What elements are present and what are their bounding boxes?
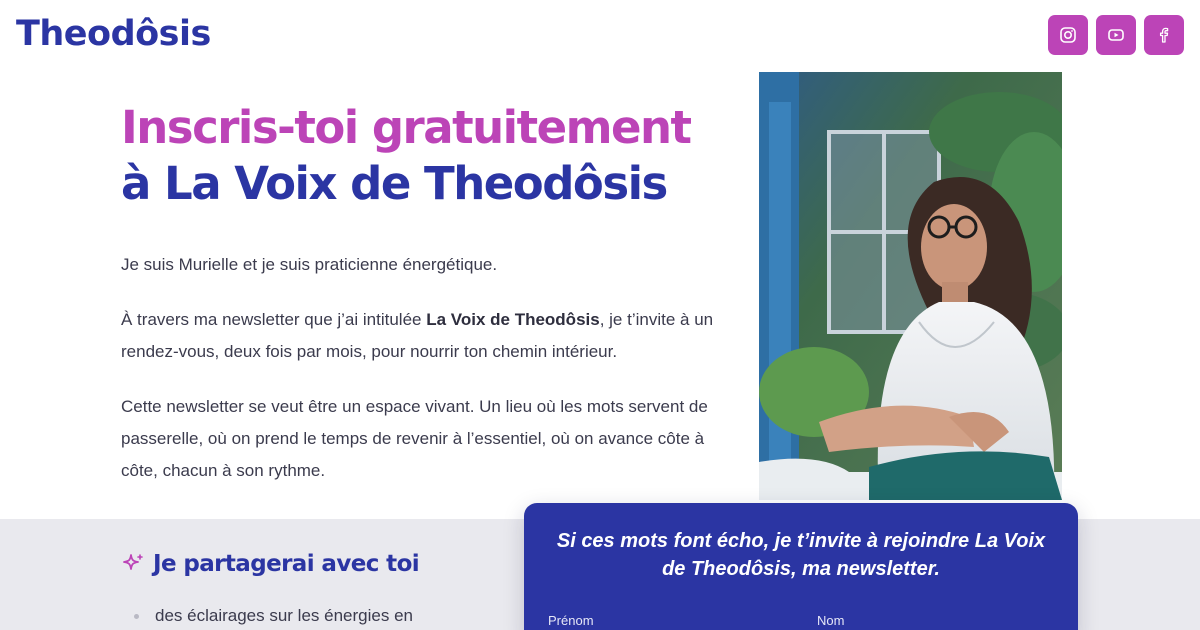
- intro-paragraph: Je suis Murielle et je suis praticienne …: [121, 255, 498, 274]
- last-name-label: Nom: [817, 613, 845, 628]
- hero-title: Inscris-toi gratuitement à La Voix de Th…: [121, 100, 692, 212]
- instagram-icon: [1060, 27, 1076, 43]
- newsletter-paragraph: À travers ma newsletter que j’ai intitul…: [121, 304, 731, 368]
- share-section-title: Je partagerai avec toi: [121, 551, 420, 577]
- signup-card: Si ces mots font écho, je t’invite à rej…: [524, 503, 1078, 630]
- social-links: [1048, 15, 1184, 55]
- list-item: des éclairages sur les énergies en: [134, 606, 413, 626]
- signup-heading: Si ces mots font écho, je t’invite à rej…: [556, 530, 1046, 580]
- portrait-photo: [759, 72, 1062, 500]
- hero-title-line1: Inscris-toi gratuitement: [121, 101, 692, 154]
- list-item-text: des éclairages sur les énergies en: [155, 606, 413, 625]
- instagram-button[interactable]: [1048, 15, 1088, 55]
- hero-title-line2: à La Voix de Theodôsis: [121, 157, 668, 210]
- share-title-text: Je partagerai avec toi: [153, 551, 420, 577]
- facebook-button[interactable]: [1144, 15, 1184, 55]
- sparkle-icon: [123, 554, 143, 570]
- first-name-label: Prénom: [548, 613, 594, 628]
- space-paragraph: Cette newsletter se veut être un espace …: [121, 397, 708, 480]
- facebook-icon: [1159, 27, 1169, 43]
- newsletter-text-before: À travers ma newsletter que j’ai intitul…: [121, 310, 427, 329]
- site-logo[interactable]: Theodôsis: [16, 14, 211, 54]
- bullet-dot: [134, 613, 139, 619]
- youtube-icon: [1108, 29, 1124, 41]
- newsletter-name: La Voix de Theodôsis: [426, 310, 600, 329]
- youtube-button[interactable]: [1096, 15, 1136, 55]
